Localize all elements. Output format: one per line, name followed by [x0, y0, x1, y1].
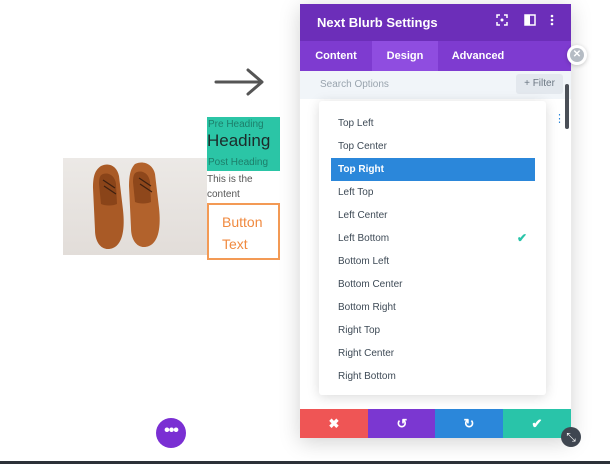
dropdown-option[interactable]: Top Left [331, 112, 535, 135]
blurb-button[interactable]: Button Text [207, 203, 280, 260]
close-icon[interactable]: ✕ [567, 45, 587, 65]
undo-button[interactable]: ↺ [368, 409, 436, 438]
dropdown-option-highlighted[interactable]: Top Right [331, 158, 535, 181]
dropdown-option[interactable]: Top Center [331, 135, 535, 158]
tab-design[interactable]: Design [372, 41, 438, 71]
search-bar: Search Options + Filter [300, 71, 571, 99]
dropdown-option[interactable]: Right Top [331, 319, 535, 342]
modal-header: Next Blurb Settings [300, 4, 571, 41]
cancel-button[interactable]: ✖ [300, 409, 368, 438]
filter-button[interactable]: + Filter [516, 74, 563, 94]
redo-button[interactable]: ↻ [435, 409, 503, 438]
dropdown-option-label: Left Bottom [338, 233, 390, 244]
content-line-1: This is the [207, 174, 253, 185]
button-line-2: Text [222, 236, 248, 252]
tab-content[interactable]: Content [300, 41, 372, 71]
more-vert-icon[interactable] [544, 14, 560, 30]
resize-icon[interactable]: ⤡ [561, 427, 581, 447]
dropdown-option[interactable]: Left Center [331, 204, 535, 227]
checkmark-icon: ✔ [516, 231, 527, 245]
arrow-right-icon [214, 68, 264, 96]
scrollbar[interactable] [565, 84, 569, 129]
tab-advanced[interactable]: Advanced [438, 41, 518, 71]
modal-footer: ✖ ↺ ↻ ✔ [300, 409, 571, 438]
dropdown-option[interactable]: Right Bottom [331, 365, 535, 388]
search-input[interactable]: Search Options [320, 79, 389, 90]
modal-title: Next Blurb Settings [317, 15, 438, 30]
split-view-icon[interactable] [522, 14, 538, 30]
option-more-icon[interactable]: ⋮ [554, 112, 565, 125]
dropdown-option[interactable]: Bottom Right [331, 296, 535, 319]
post-heading: Post Heading [208, 157, 269, 168]
position-dropdown: Top Left Top Center Top Right Left Top L… [319, 101, 546, 395]
dropdown-option[interactable]: Bottom Center [331, 273, 535, 296]
dropdown-option[interactable]: Bottom Left [331, 250, 535, 273]
dropdown-option[interactable]: Right Center [331, 342, 535, 365]
button-line-1: Button [222, 214, 263, 230]
heading: Heading [207, 131, 271, 150]
dropdown-option-checked[interactable]: Left Bottom ✔ [331, 227, 535, 250]
blurb-content: This is the content [207, 172, 277, 202]
pre-heading: Pre Heading [208, 119, 264, 130]
more-options-button[interactable]: ••• [156, 418, 186, 448]
shoes-image [63, 158, 207, 255]
content-line-2: content [207, 189, 240, 200]
dropdown-option[interactable]: Left Top [331, 181, 535, 204]
focus-icon[interactable] [494, 14, 510, 30]
tab-bar: Content Design Advanced [300, 41, 571, 71]
settings-modal: Next Blurb Settings Content Design Advan… [300, 4, 571, 438]
